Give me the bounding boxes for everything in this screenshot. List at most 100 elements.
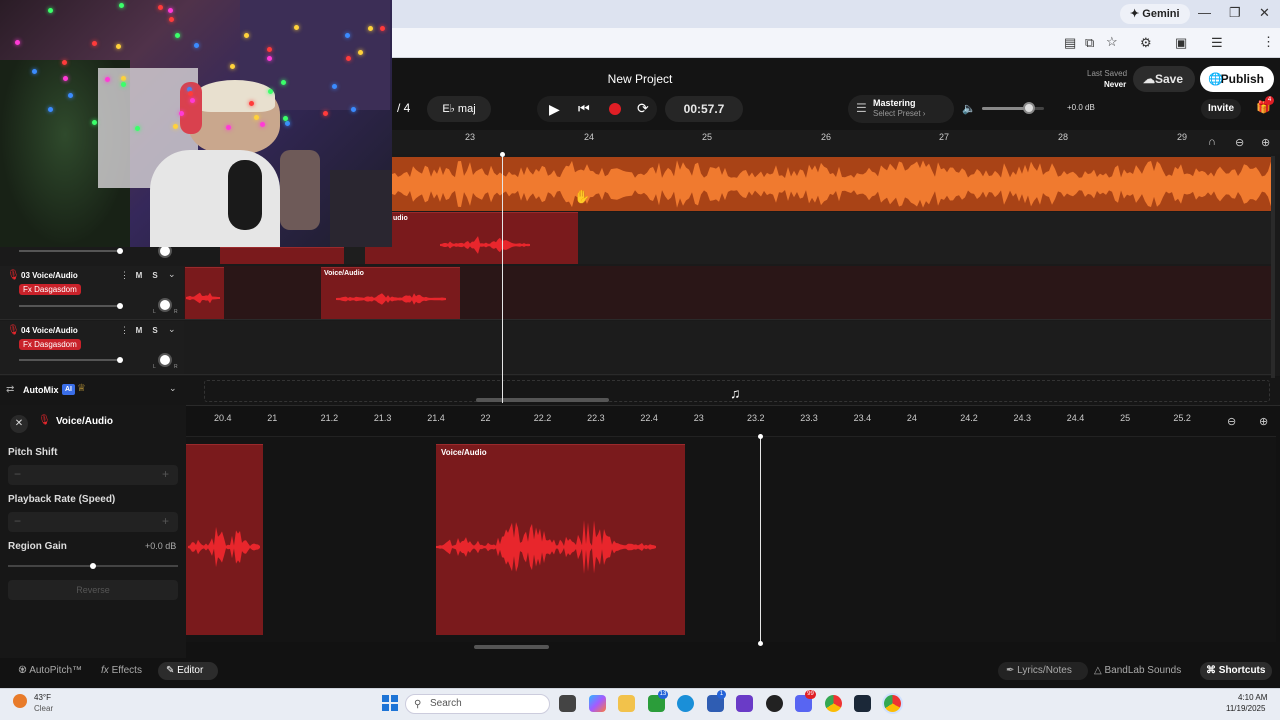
bars-display[interactable]: / 4: [397, 101, 410, 115]
timeline-ruler[interactable]: [392, 130, 1280, 154]
snap-magnet-icon[interactable]: ∩: [1208, 136, 1216, 148]
volume-slider-thumb[interactable]: [117, 303, 123, 309]
restore-icon[interactable]: ❐: [1229, 5, 1241, 21]
chrome-active-icon[interactable]: [884, 695, 901, 712]
close-window-icon[interactable]: ✕: [1259, 5, 1270, 21]
record-icon[interactable]: [609, 103, 621, 115]
tab-effects[interactable]: fx Effects: [101, 662, 142, 680]
audio-clip[interactable]: Voice/Audio: [321, 267, 460, 319]
file-explorer-icon[interactable]: [618, 695, 635, 712]
chrome-menu-icon[interactable]: ⋮: [1262, 34, 1275, 50]
temperature[interactable]: 43°F: [34, 693, 51, 702]
track-menu-icon[interactable]: ⋮: [120, 325, 129, 336]
volume-slider[interactable]: [19, 359, 119, 361]
media-icon[interactable]: ☰: [1211, 35, 1223, 51]
reading-mode-icon[interactable]: ▤: [1064, 35, 1076, 51]
editor-zoom-in-icon[interactable]: ⊕: [1259, 415, 1268, 428]
volume-slider[interactable]: [19, 250, 119, 252]
clock-date[interactable]: 11/19/2025: [1226, 704, 1265, 713]
pan-knob[interactable]: [158, 353, 172, 367]
editor-zoom-out-icon[interactable]: ⊖: [1227, 415, 1236, 428]
speaker-icon[interactable]: 🔈: [962, 102, 976, 115]
start-button[interactable]: [382, 695, 398, 711]
minimize-icon[interactable]: —: [1198, 5, 1211, 20]
task-view-icon[interactable]: [559, 695, 576, 712]
track-header-03[interactable]: 🎙 03 Voice/Audio Fx Dasgasdom ⋮ M S ⌄ L …: [0, 266, 184, 320]
save-button[interactable]: ☁ Save: [1133, 66, 1195, 92]
tab-editor[interactable]: ✎ Editor: [158, 662, 218, 680]
skip-back-icon[interactable]: ⏮: [578, 101, 590, 117]
fx-badge[interactable]: Fx Dasgasdom: [19, 284, 81, 295]
editor-playhead[interactable]: [760, 437, 761, 643]
tab-shortcuts[interactable]: ⌘ Shortcuts: [1200, 662, 1272, 680]
playback-rate-stepper[interactable]: − +: [8, 512, 178, 532]
volume-slider[interactable]: [19, 305, 119, 307]
app-icon[interactable]: [736, 695, 753, 712]
master-volume-thumb[interactable]: [1022, 102, 1035, 114]
tab-autopitch[interactable]: ♼ AutoPitch™: [18, 662, 82, 680]
orange-audio-clip[interactable]: [392, 157, 1272, 211]
audio-clip[interactable]: [185, 267, 224, 319]
automix-label[interactable]: AutoMix: [23, 385, 59, 395]
chrome-icon[interactable]: [825, 695, 842, 712]
playhead-handle[interactable]: [500, 152, 505, 157]
zoom-out-icon[interactable]: ⊖: [1235, 136, 1244, 149]
audio-clip[interactable]: udio: [365, 212, 578, 264]
editor-clip[interactable]: [186, 444, 263, 635]
horizontal-scrollbar[interactable]: [476, 398, 609, 402]
play-icon[interactable]: ▶: [549, 101, 560, 118]
chevron-down-icon[interactable]: ⌄: [168, 269, 176, 280]
zoom-in-icon[interactable]: ⊕: [1261, 136, 1270, 149]
playhead[interactable]: [502, 155, 503, 403]
volume-slider-thumb[interactable]: [117, 248, 123, 254]
clock-time[interactable]: 4:10 AM: [1238, 693, 1267, 702]
editor-lane[interactable]: [186, 436, 1276, 642]
solo-button[interactable]: S: [148, 325, 162, 337]
fx-badge[interactable]: Fx Dasgasdom: [19, 339, 81, 350]
mute-button[interactable]: M: [132, 325, 146, 337]
volume-slider-thumb[interactable]: [117, 357, 123, 363]
tab-bandlab-sounds[interactable]: △ BandLab Sounds: [1094, 662, 1181, 680]
increment-button[interactable]: +: [162, 514, 169, 528]
close-editor-icon[interactable]: ✕: [10, 415, 28, 433]
decrement-button[interactable]: −: [14, 467, 21, 481]
pitch-shift-stepper[interactable]: − +: [8, 465, 178, 485]
copilot-icon[interactable]: [589, 695, 606, 712]
bookmark-star-icon[interactable]: ☆: [1106, 34, 1118, 50]
master-volume-slider[interactable]: [982, 102, 1044, 114]
cast-icon[interactable]: ▣: [1175, 35, 1187, 51]
track-lane-04[interactable]: [184, 321, 1272, 375]
audio-clip[interactable]: [220, 247, 344, 264]
obs-icon[interactable]: [766, 695, 783, 712]
weather-icon[interactable]: [13, 694, 27, 708]
invite-button[interactable]: Invite: [1201, 99, 1241, 119]
track-menu-icon[interactable]: ⋮: [120, 270, 129, 281]
taskbar-search[interactable]: ⚲ Search: [405, 694, 550, 714]
add-instrument-icon[interactable]: ♫: [730, 385, 741, 401]
key-selector[interactable]: E♭ maj: [427, 96, 491, 122]
gemini-button[interactable]: ✦ Gemini: [1120, 4, 1190, 24]
pan-knob[interactable]: [158, 298, 172, 312]
install-app-icon[interactable]: ⧉: [1085, 35, 1094, 51]
project-title[interactable]: New Project: [560, 72, 720, 86]
extensions-icon[interactable]: ⚙: [1140, 35, 1152, 51]
reverse-button[interactable]: Reverse: [8, 580, 178, 600]
mute-button[interactable]: M: [132, 270, 146, 282]
publish-button[interactable]: 🌐 Publish: [1200, 66, 1274, 92]
vertical-scrollbar[interactable]: [1271, 156, 1275, 378]
decrement-button[interactable]: −: [14, 514, 21, 528]
increment-button[interactable]: +: [162, 467, 169, 481]
mastering-selector[interactable]: ☰ Mastering Select Preset ›: [848, 95, 954, 123]
solo-button[interactable]: S: [148, 270, 162, 282]
edge-icon[interactable]: [677, 695, 694, 712]
steam-icon[interactable]: [854, 695, 871, 712]
automix-chevron-icon[interactable]: ⌄: [169, 383, 177, 394]
chevron-down-icon[interactable]: ⌄: [168, 324, 176, 335]
track-header-04[interactable]: 🎙 04 Voice/Audio Fx Dasgasdom ⋮ M S ⌄ L …: [0, 321, 184, 375]
region-gain-thumb[interactable]: [90, 563, 96, 569]
editor-scrollbar[interactable]: [474, 645, 549, 649]
tab-lyrics[interactable]: ✒ Lyrics/Notes: [998, 662, 1088, 680]
loop-icon[interactable]: ⟳: [637, 100, 649, 117]
editor-ruler[interactable]: [186, 408, 1280, 430]
editor-clip[interactable]: Voice/Audio: [436, 444, 685, 635]
